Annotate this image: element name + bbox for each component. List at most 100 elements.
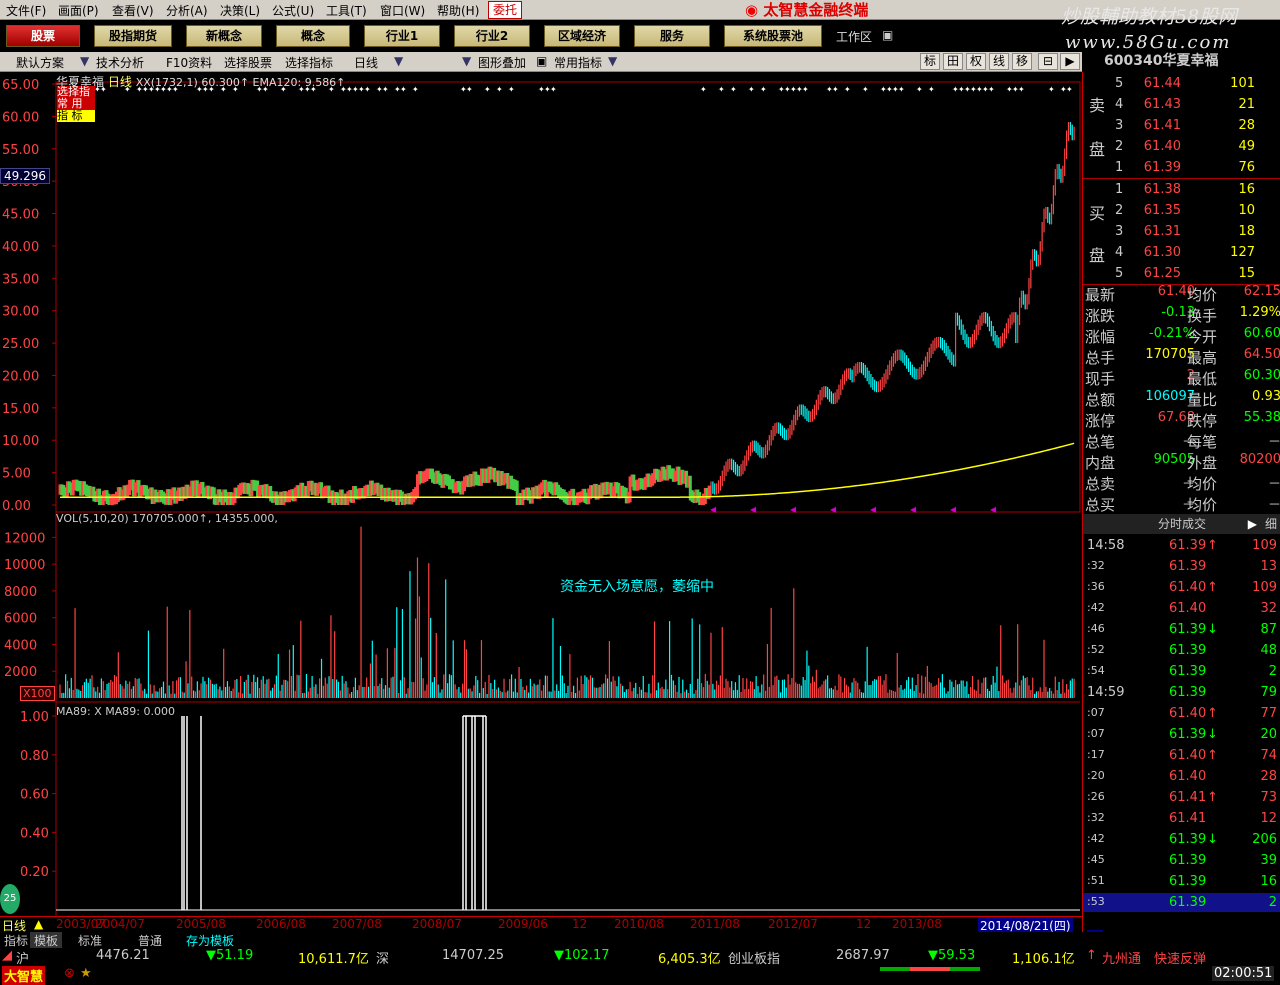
tb-dropdown-icon-1[interactable]: ▼ xyxy=(80,54,89,68)
bid-price[interactable]: 61.25 xyxy=(1131,266,1181,281)
menu-file[interactable]: 文件(F) xyxy=(6,2,46,19)
menu-formula[interactable]: 公式(U) xyxy=(272,2,314,19)
tb-period[interactable]: 日线 xyxy=(354,54,378,71)
price-tick-label: 5.00 xyxy=(2,467,31,482)
cyb-label: 创业板指 xyxy=(728,948,780,967)
app-logo[interactable]: 大智慧 xyxy=(2,966,45,985)
nav-new-concept[interactable]: 新概念 xyxy=(186,25,262,47)
bid-volume: 18 xyxy=(1203,224,1255,239)
trade-volume: 13 xyxy=(1219,559,1277,574)
tb-dropdown-icon-2[interactable]: ▼ xyxy=(394,54,403,68)
trade-price: 61.39 xyxy=(1169,727,1206,742)
tb-overlay[interactable]: 图形叠加 xyxy=(478,54,526,71)
trade-direction-icon: ↓ xyxy=(1207,622,1218,637)
nav-concept[interactable]: 概念 xyxy=(276,25,350,47)
quote-label: 量比 xyxy=(1187,389,1217,410)
tb-btn-right[interactable]: 权 xyxy=(966,53,986,70)
tb-btn-line[interactable]: 线 xyxy=(989,53,1009,70)
page-badge[interactable]: 25 xyxy=(0,884,20,914)
nav-stock-pool[interactable]: 系统股票池 xyxy=(724,25,822,47)
menu-help[interactable]: 帮助(H) xyxy=(437,2,479,19)
bid-price[interactable]: 61.30 xyxy=(1131,245,1181,260)
tb-select-indicator[interactable]: 选择指标 xyxy=(285,54,333,71)
nav-industry2[interactable]: 行业2 xyxy=(454,25,530,47)
bid-volume: 16 xyxy=(1203,182,1255,197)
menu-decision[interactable]: 决策(L) xyxy=(220,2,260,19)
legend-box[interactable]: 选择指 常 用 指 标 xyxy=(57,86,95,122)
tb-dropdown-icon-4[interactable]: ▼ xyxy=(608,54,617,68)
signal-marker: ✦ xyxy=(928,85,935,94)
cyb-index: 2687.97 xyxy=(836,948,890,963)
trade-price: 61.40 xyxy=(1169,580,1206,595)
bid-price[interactable]: 61.38 xyxy=(1131,182,1181,197)
signal-marker: ✦ xyxy=(412,85,419,94)
signal-marker: ✦ xyxy=(802,85,809,94)
nav-index-futures[interactable]: 股指期货 xyxy=(94,25,172,47)
ask-price[interactable]: 61.39 xyxy=(1131,160,1181,175)
trade-volume: 16 xyxy=(1219,874,1277,889)
date-prev-icon[interactable]: ▲ xyxy=(34,917,43,931)
kline-chart[interactable]: 65.0060.0055.0050.0045.0040.0035.0030.00… xyxy=(0,72,1082,940)
trade-time: :07 xyxy=(1087,706,1105,719)
sz-change: ▼102.17 xyxy=(554,948,610,963)
ma89-label: MA89: X MA89: 0.000 xyxy=(56,705,175,718)
play-icon[interactable]: ▶ xyxy=(1248,514,1257,534)
btab-normal[interactable]: 普通 xyxy=(134,932,166,949)
ma89-tick-label: 0.60 xyxy=(20,788,49,803)
status-bar: ◢ 沪 4476.21 ▼51.19 10,611.7亿 深 14707.25 … xyxy=(0,948,1280,984)
tb-btn-move[interactable]: 移 xyxy=(1012,53,1032,70)
trade-price: 61.39 xyxy=(1169,685,1206,700)
menu-view-screen[interactable]: 画面(P) xyxy=(58,2,99,19)
workspace-label[interactable]: 工作区 xyxy=(836,28,872,45)
btab-template[interactable]: 模板 xyxy=(30,932,62,949)
trades-header[interactable]: 分时成交 细 ▶ xyxy=(1083,514,1280,534)
menu-analysis[interactable]: 分析(A) xyxy=(166,2,208,19)
btab-standard[interactable]: 标准 xyxy=(74,932,106,949)
quote-value: 90505 xyxy=(1119,452,1195,467)
ask-price[interactable]: 61.41 xyxy=(1131,118,1181,133)
ask-price[interactable]: 61.40 xyxy=(1131,139,1181,154)
tb-btn-mark[interactable]: 标 xyxy=(920,53,940,70)
signal-marker: ✦ xyxy=(496,85,503,94)
signal-marker: ✦ xyxy=(1018,85,1025,94)
entrust-button[interactable]: 委托 xyxy=(488,1,522,19)
tb-f10[interactable]: F10资料 xyxy=(166,54,212,71)
nav-industry1[interactable]: 行业1 xyxy=(364,25,440,47)
ask-price[interactable]: 61.43 xyxy=(1131,97,1181,112)
ma89-tick-label: 1.00 xyxy=(20,710,49,725)
btab-indicator[interactable]: 指标 xyxy=(0,932,32,949)
tb-dropdown-icon-3[interactable]: ▼ xyxy=(462,54,471,68)
sh-index: 4476.21 xyxy=(96,948,150,963)
watermark: 炒股輔助教材58股网 www.58Gu.com xyxy=(1055,2,1280,58)
ask-price[interactable]: 61.44 xyxy=(1131,76,1181,91)
tb-common-indicator[interactable]: 常用指标 xyxy=(554,54,602,71)
tb-btn-grid[interactable]: 田 xyxy=(943,53,963,70)
sh-change: ▼51.19 xyxy=(206,948,253,963)
quote-label: 换手 xyxy=(1187,305,1217,326)
alert-icon[interactable]: ⊗ xyxy=(64,966,75,981)
nav-service[interactable]: 服务 xyxy=(634,25,710,47)
tb-default-scheme[interactable]: 默认方案 xyxy=(16,54,64,71)
workspace-dropdown-icon[interactable]: ▣ xyxy=(882,28,893,42)
tb-select-stock[interactable]: 选择股票 xyxy=(224,54,272,71)
tb-lock-icon[interactable]: ▣ xyxy=(536,54,547,68)
btab-save-template[interactable]: 存为模板 xyxy=(182,932,238,949)
nav-region[interactable]: 区域经济 xyxy=(544,25,620,47)
nav-stocks[interactable]: 股票 xyxy=(6,25,80,47)
menu-tools[interactable]: 工具(T) xyxy=(326,2,367,19)
trades-detail[interactable]: 细 xyxy=(1265,514,1277,534)
menu-window[interactable]: 窗口(W) xyxy=(380,2,425,19)
quote-label: 内盘 xyxy=(1085,452,1115,473)
tb-tech-analysis[interactable]: 技术分析 xyxy=(96,54,144,71)
menu-view[interactable]: 查看(V) xyxy=(112,2,154,19)
tb-btn-play[interactable]: ▶ xyxy=(1060,53,1080,70)
star-icon[interactable]: ★ xyxy=(80,966,92,981)
chart-area[interactable]: 65.0060.0055.0050.0045.0040.0035.0030.00… xyxy=(0,72,1082,940)
tb-btn-window[interactable]: ⊟ xyxy=(1038,53,1058,70)
news-ticker[interactable]: 九州通 快速反弹 xyxy=(1102,948,1206,967)
bid-price[interactable]: 61.31 xyxy=(1131,224,1181,239)
right-panel: 卖 盘 5 61.44 101 4 61.43 21 3 61.41 28 2 61.40 49 1 61… xyxy=(1082,72,1280,940)
vol-tick-label: 6000 xyxy=(4,612,37,627)
price-cursor-label: 49.296 xyxy=(0,168,50,184)
bid-price[interactable]: 61.35 xyxy=(1131,203,1181,218)
